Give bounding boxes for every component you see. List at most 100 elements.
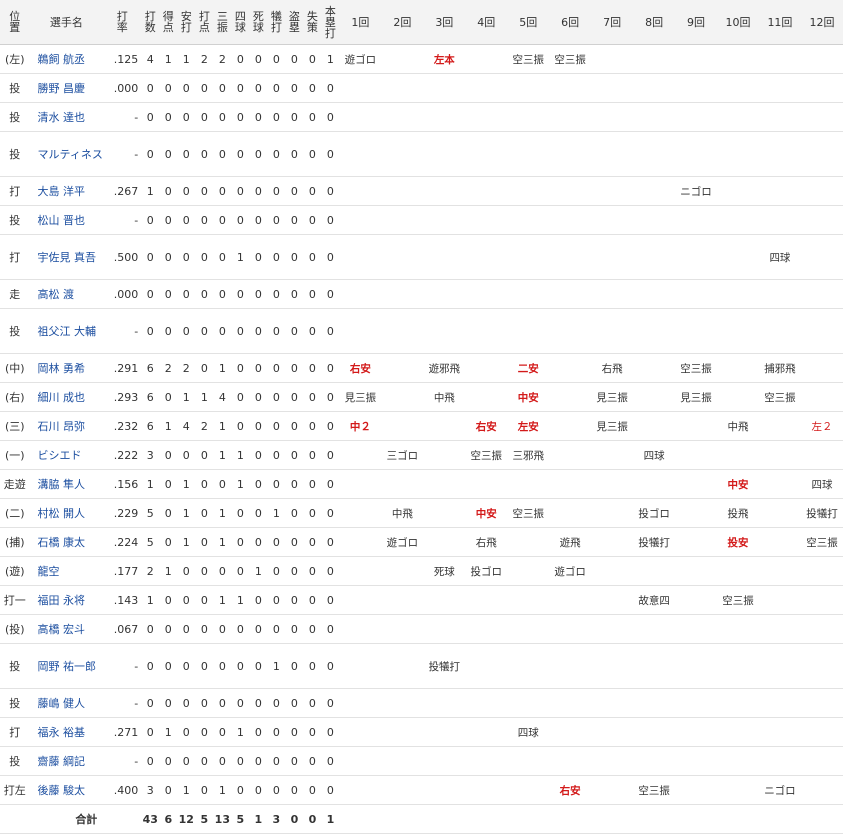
header-stat-char: 点	[198, 21, 210, 34]
player-name-link[interactable]: 大島 洋平	[38, 185, 86, 198]
batting-average: -	[103, 205, 142, 235]
player-name-link[interactable]: 石川 昂弥	[38, 420, 86, 433]
stat-value: 0	[285, 44, 304, 74]
header-inning: 4回	[465, 0, 508, 45]
inning-result: 投ゴロ	[465, 556, 508, 586]
inning-result	[591, 279, 634, 309]
inning-result	[339, 308, 382, 354]
inning-result	[549, 746, 592, 776]
total-value: 0	[285, 804, 304, 834]
header-inning: 5回	[507, 0, 550, 45]
inning-result	[423, 775, 466, 805]
stat-value: 0	[231, 775, 250, 805]
total-value: 1	[321, 804, 340, 834]
inning-result	[675, 688, 718, 718]
total-row: 合計 43 6 12 5 13 5 1 3 0 0 1	[0, 804, 843, 834]
inning-result	[591, 308, 634, 354]
player-name-link[interactable]: 松山 晋也	[38, 214, 86, 227]
stat-value: 0	[159, 527, 178, 557]
stat-value: 0	[321, 205, 340, 235]
player-name-link[interactable]: 祖父江 大輔	[38, 325, 97, 338]
inning-result	[717, 176, 759, 206]
stat-value: 1	[159, 717, 178, 747]
player-name-link[interactable]: 鵜飼 航丞	[38, 53, 86, 66]
stat-value: 0	[195, 176, 214, 206]
player-name-link[interactable]: 岡野 祐一郎	[38, 660, 97, 673]
inning-result	[381, 73, 424, 103]
player-name-link[interactable]: 細川 成也	[38, 391, 86, 404]
inning-result: 空三振	[800, 527, 843, 557]
inning-result	[465, 176, 508, 206]
inning-result	[675, 527, 718, 557]
player-position: 投	[0, 205, 30, 235]
player-name-link[interactable]: マルティネス	[38, 148, 103, 161]
stat-value: 0	[195, 717, 214, 747]
stat-value: 0	[213, 279, 232, 309]
stat-value: 1	[213, 775, 232, 805]
player-name-link[interactable]: 福永 裕基	[38, 726, 86, 739]
stat-value: 0	[267, 279, 286, 309]
stat-value: 0	[285, 775, 304, 805]
batting-average: .177	[103, 556, 142, 586]
stat-value: 0	[285, 527, 304, 557]
inning-result	[507, 643, 550, 689]
total-value: 43	[141, 804, 160, 834]
header-stat: 死球	[249, 0, 268, 45]
player-name-link[interactable]: 後藤 駿太	[38, 784, 86, 797]
player-name-link[interactable]: 石橋 康太	[38, 536, 86, 549]
inning-result	[423, 746, 466, 776]
inning-result	[758, 643, 801, 689]
player-name-link[interactable]: 岡林 勇希	[38, 362, 86, 375]
player-name-link[interactable]: 高橋 宏斗	[38, 623, 86, 636]
inning-result: 見三振	[591, 411, 634, 441]
stat-value: 0	[177, 73, 196, 103]
player-name-link[interactable]: 清水 達也	[38, 111, 86, 124]
stat-value: 0	[303, 688, 322, 718]
header-stat: 失策	[303, 0, 322, 45]
inning-result	[423, 279, 466, 309]
inning-result	[549, 308, 592, 354]
player-name-link[interactable]: 龍空	[38, 565, 60, 578]
player-name-link[interactable]: 宇佐見 真吾	[38, 251, 97, 264]
player-position: (遊)	[0, 556, 30, 586]
inning-result	[465, 353, 508, 383]
player-name-link[interactable]: 齋藤 綱記	[38, 755, 86, 768]
total-value: 0	[303, 804, 322, 834]
player-row: 投マルティネス -0 0 0 0 0 0 0 0 0 0 0	[0, 131, 843, 177]
player-name-link[interactable]: 福田 永将	[38, 594, 86, 607]
player-name-link[interactable]: 溝脇 隼人	[38, 478, 86, 491]
player-name-link[interactable]: ビシエド	[38, 449, 82, 462]
stat-value: 0	[321, 527, 340, 557]
inning-result	[591, 205, 634, 235]
player-row: 投齋藤 綱記 -0 0 0 0 0 0 0 0 0 0 0	[0, 746, 843, 776]
stat-value: 0	[303, 746, 322, 776]
inning-result	[717, 73, 759, 103]
inning-result: 四球	[633, 440, 676, 470]
stat-value: 0	[177, 102, 196, 132]
inning-result	[549, 102, 592, 132]
player-position: 投	[0, 688, 30, 718]
player-name-link[interactable]: 藤嶋 健人	[38, 697, 86, 710]
player-name-cell: ビシエド	[29, 440, 104, 470]
header-stat-char: 球	[234, 21, 246, 34]
player-name-link[interactable]: 勝野 昌慶	[38, 82, 86, 95]
inning-result	[423, 440, 466, 470]
stat-value: 0	[249, 643, 268, 689]
inning-result: 中飛	[381, 498, 424, 528]
inning-result	[633, 382, 676, 412]
inning-result	[339, 205, 382, 235]
inning-result	[381, 775, 424, 805]
player-name-link[interactable]: 高松 渡	[38, 288, 75, 301]
inning-result: 投ゴロ	[633, 498, 676, 528]
inning-result	[423, 688, 466, 718]
inning-result: 右安	[549, 775, 592, 805]
stat-value: 0	[249, 308, 268, 354]
stat-value: 0	[303, 131, 322, 177]
player-name-link[interactable]: 村松 開人	[38, 507, 86, 520]
stat-value: 0	[267, 102, 286, 132]
inning-result	[675, 131, 718, 177]
total-value: 13	[213, 804, 232, 834]
stat-value: 0	[159, 131, 178, 177]
batting-average: .291	[103, 353, 142, 383]
inning-result	[800, 44, 843, 74]
